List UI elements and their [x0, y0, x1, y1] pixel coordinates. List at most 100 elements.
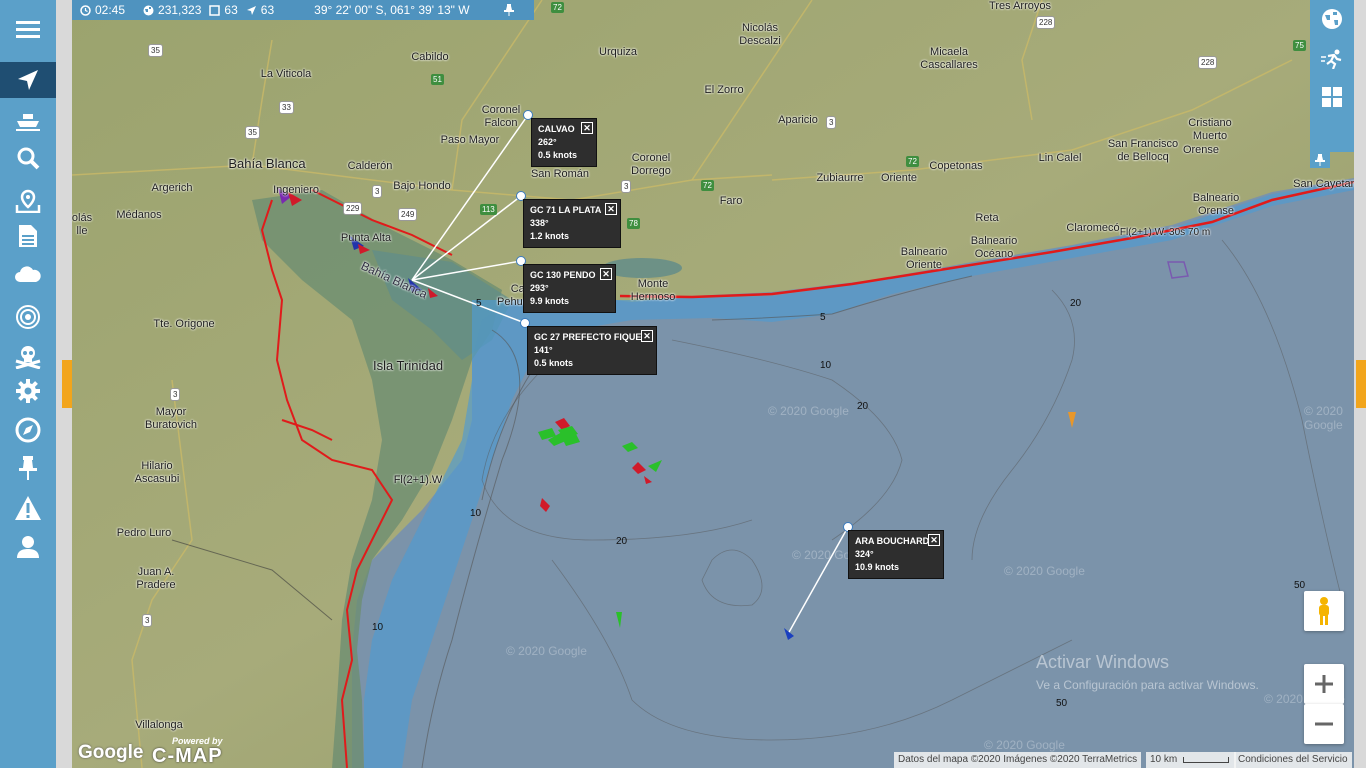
place-label: Tres Arroyos — [989, 0, 1051, 12]
documents-button[interactable] — [0, 218, 56, 254]
places-button[interactable] — [0, 183, 56, 219]
place-label: Nicolás Descalzi — [739, 22, 781, 47]
vessels-button[interactable] — [0, 104, 56, 140]
place-label: San Román — [530, 168, 590, 180]
depth-label: 5 — [476, 298, 482, 309]
status-time: 02:45 — [80, 3, 125, 17]
depth-label: 10 — [820, 360, 832, 371]
vessel-callout[interactable]: ARA BOUCHARD 324° 10.9 knots ✕ — [848, 530, 944, 579]
vessel-course: 262° — [538, 137, 557, 147]
place-label: Aparicio — [778, 114, 818, 126]
place-label: Juan A. Pradere — [136, 566, 176, 591]
status-moving: 63 — [246, 3, 274, 17]
account-button[interactable] — [0, 529, 56, 565]
activate-windows-title: Activar Windows — [1036, 652, 1170, 672]
close-icon[interactable]: ✕ — [641, 330, 653, 342]
activity-button[interactable] — [1310, 40, 1354, 78]
place-label: La Viticola — [260, 68, 312, 80]
place-label: Urquiza — [599, 46, 637, 58]
vessel-course: 293° — [530, 283, 549, 293]
terms-link[interactable]: Condiciones del Servicio — [1234, 752, 1352, 768]
left-panel-handle[interactable] — [62, 360, 72, 408]
map-watermark: © 2020 Google — [768, 404, 849, 418]
in-view-value: 63 — [224, 3, 238, 17]
depth-label: 5 — [820, 312, 826, 323]
close-icon[interactable]: ✕ — [605, 203, 617, 215]
depth-label: 50 — [1294, 580, 1306, 591]
status-bar: 02:45 231,323 63 63 39° 22' 00" S, 061° … — [72, 0, 534, 20]
right-panel-pin[interactable] — [1310, 152, 1330, 168]
depth-label: 10 — [372, 622, 384, 633]
alerts-button[interactable] — [0, 490, 56, 526]
map-watermark: © 2020 Google — [506, 644, 587, 658]
status-pin-button[interactable] — [503, 4, 514, 16]
place-label: Faro — [719, 195, 743, 207]
place-label: Tte. Origone — [153, 318, 215, 330]
search-icon — [17, 147, 40, 170]
vessel-callout[interactable]: GC 130 PENDO 293° 9.9 knots ✕ — [523, 264, 616, 313]
cmap-logo: Powered by C-MAP — [152, 736, 223, 767]
menu-icon — [16, 21, 40, 38]
pegman-icon — [1319, 597, 1329, 625]
scale-bar[interactable]: 10 km — [1146, 752, 1236, 768]
road-shield: 229 — [343, 202, 363, 215]
status-in-view: 63 — [209, 3, 238, 17]
map-attribution[interactable]: Datos del mapa ©2020 Imágenes ©2020 Terr… — [894, 752, 1142, 768]
compass-button[interactable] — [0, 412, 56, 448]
document-icon — [19, 225, 37, 247]
vessel-callout[interactable]: CALVAO 262° 0.5 knots ✕ — [531, 118, 597, 167]
grid-icon — [1322, 87, 1342, 107]
road-shield: 33 — [279, 101, 294, 114]
place-label: Cristiano Muerto — [1188, 117, 1232, 142]
settings-button[interactable] — [0, 373, 56, 409]
globe-button[interactable] — [1310, 0, 1354, 38]
vessel-callout[interactable]: GC 27 PREFECTO FIQUE 141° 0.5 knots ✕ — [527, 326, 657, 375]
zoom-in-button[interactable] — [1304, 664, 1344, 704]
place-label: Balneario Oriente — [900, 246, 948, 271]
vessel-speed: 1.2 knots — [530, 231, 570, 241]
pin-button[interactable] — [0, 450, 56, 486]
street-view-button[interactable] — [1304, 591, 1344, 631]
search-button[interactable] — [0, 140, 56, 176]
place-label: Punta Alta — [340, 232, 392, 244]
place-label: San Cayetano — [1293, 178, 1354, 190]
layout-button[interactable] — [1310, 78, 1354, 116]
place-label: Hilario Ascasubi — [134, 460, 180, 485]
navigation-arrow-icon — [18, 70, 38, 90]
right-panel — [1310, 0, 1354, 152]
place-label: Paso Mayor — [440, 134, 500, 146]
depth-label: 20 — [1070, 298, 1082, 309]
piracy-button[interactable] — [0, 338, 56, 374]
place-label: Balneario Océano — [970, 235, 1018, 260]
place-label: Monte Hermoso — [630, 278, 676, 303]
vessel-callout[interactable]: GC 71 LA PLATA 338° 1.2 knots ✕ — [523, 199, 621, 248]
user-icon — [17, 536, 39, 558]
clock-icon — [80, 4, 91, 16]
place-label: Bajo Hondo — [393, 180, 451, 192]
gear-icon — [16, 379, 40, 403]
vessel-course: 338° — [530, 218, 549, 228]
menu-button[interactable] — [0, 10, 56, 48]
road-shield: 3 — [372, 185, 383, 198]
close-icon[interactable]: ✕ — [600, 268, 612, 280]
vessel-speed: 0.5 knots — [538, 150, 578, 160]
navigation-button[interactable] — [0, 62, 56, 98]
close-icon[interactable]: ✕ — [581, 122, 593, 134]
close-icon[interactable]: ✕ — [928, 534, 940, 546]
pin-icon — [1315, 154, 1325, 166]
road-shield: 72 — [701, 180, 714, 191]
place-label: Lin Calel — [1038, 152, 1082, 164]
place-label: Coronel Dorrego — [631, 152, 671, 177]
time-value: 02:45 — [95, 3, 126, 17]
zoom-out-button[interactable] — [1304, 704, 1344, 744]
weather-button[interactable] — [0, 255, 56, 291]
pin-icon — [503, 4, 514, 16]
place-label: Oriente — [880, 172, 918, 184]
road-shield: 249 — [398, 208, 418, 221]
radar-button[interactable] — [0, 299, 56, 335]
road-shield: 75 — [1293, 40, 1306, 51]
compass-icon — [15, 417, 41, 443]
map-watermark: © 2020 Google — [1304, 404, 1343, 432]
right-panel-handle[interactable] — [1356, 360, 1366, 408]
road-shield: 35 — [245, 126, 260, 139]
